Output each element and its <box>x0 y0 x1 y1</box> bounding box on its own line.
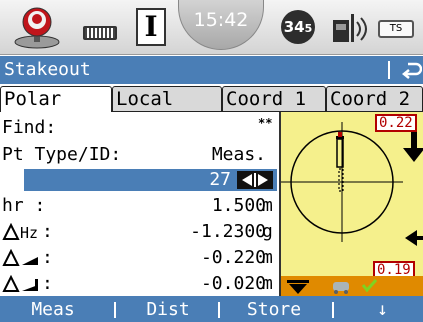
tab-polar[interactable]: Polar <box>0 86 112 112</box>
satellite-count-sub: 5 <box>304 22 313 35</box>
arrow-left-icon <box>405 230 423 246</box>
softkey-bar: Meas Dist Store ↓ <box>0 296 423 322</box>
find-label: Find: <box>2 117 57 138</box>
hr-label: hr : <box>2 195 46 216</box>
memory-card-icon[interactable] <box>83 26 117 40</box>
title-bar: Stakeout <box>0 56 423 84</box>
title-separator <box>388 61 390 79</box>
satellite-count[interactable]: 345 <box>281 10 315 44</box>
hr-value[interactable]: 1.500 <box>212 194 266 218</box>
readout-top: 0.22 <box>375 114 417 132</box>
point-id-value: 27 <box>209 169 231 190</box>
dhz-label: Hz : <box>2 220 53 244</box>
status-bar: I 15:42 345 TS <box>0 0 423 55</box>
tab-bar: Polar Local Coord 1 Coord 2 <box>0 86 423 112</box>
dhz-value: -1.2300 <box>190 221 266 242</box>
delta-height-unit: m <box>262 273 273 294</box>
arrow-down-icon <box>403 132 423 162</box>
mode-indicator[interactable]: I <box>136 8 166 46</box>
tab-coord-2[interactable]: Coord 2 <box>326 86 423 112</box>
tab-coord-1[interactable]: Coord 1 <box>222 86 326 112</box>
dist-button[interactable]: Dist <box>124 296 212 322</box>
delta-distance-value: -0.220 <box>200 247 266 268</box>
stakeout-graphic: 0.22 0.19 <box>279 112 423 296</box>
delta-distance-icon <box>2 249 38 266</box>
page-title: Stakeout <box>4 59 91 80</box>
left-right-toggle-icon[interactable] <box>237 171 273 189</box>
hr-row[interactable]: hr : 1.500 m <box>0 194 280 218</box>
graphic-status-bar <box>279 276 423 296</box>
store-button[interactable]: Store <box>228 296 320 322</box>
svg-text:Hz: Hz <box>20 224 38 241</box>
find-row[interactable]: Find: ** <box>0 116 280 140</box>
satellite-count-value: 34 <box>283 18 305 36</box>
pt-type-value[interactable]: Meas. <box>212 143 266 167</box>
hr-unit: m <box>262 195 273 216</box>
checkmark-icon <box>361 278 378 293</box>
delta-hz-icon: Hz <box>2 223 38 241</box>
car-icon <box>333 282 349 294</box>
delta-height-value: -0.020 <box>200 273 266 294</box>
meas-button[interactable]: Meas <box>0 296 106 322</box>
battery-icon[interactable]: TS <box>378 20 414 38</box>
return-arrow-icon[interactable] <box>400 56 423 84</box>
page-down-button[interactable]: ↓ <box>342 296 423 322</box>
softkey-separator <box>114 302 116 318</box>
clock: 15:42 <box>178 0 264 50</box>
delta-distance-row: : -0.220 m <box>0 246 280 270</box>
gps-receiver-icon[interactable] <box>8 6 66 50</box>
delta-distance-label: : <box>2 246 53 270</box>
softkey-separator <box>218 302 220 318</box>
delta-height-icon <box>2 275 38 292</box>
pt-type-label: Pt Type/ID: <box>2 144 122 165</box>
delta-height-label: : <box>2 272 53 296</box>
radio-antenna-icon[interactable] <box>331 12 371 56</box>
dhz-unit: g <box>262 221 273 242</box>
dhz-row: Hz : -1.2300 g <box>0 220 280 244</box>
pt-type-row[interactable]: Pt Type/ID: Meas. <box>0 143 280 167</box>
tab-local[interactable]: Local <box>112 86 222 112</box>
delta-height-row: : -0.020 m <box>0 272 280 296</box>
prism-icon <box>336 132 344 168</box>
softkey-separator <box>332 302 334 318</box>
find-marker: ** <box>258 116 273 130</box>
delta-distance-unit: m <box>262 247 273 268</box>
point-id-selector[interactable]: 27 <box>24 169 277 191</box>
